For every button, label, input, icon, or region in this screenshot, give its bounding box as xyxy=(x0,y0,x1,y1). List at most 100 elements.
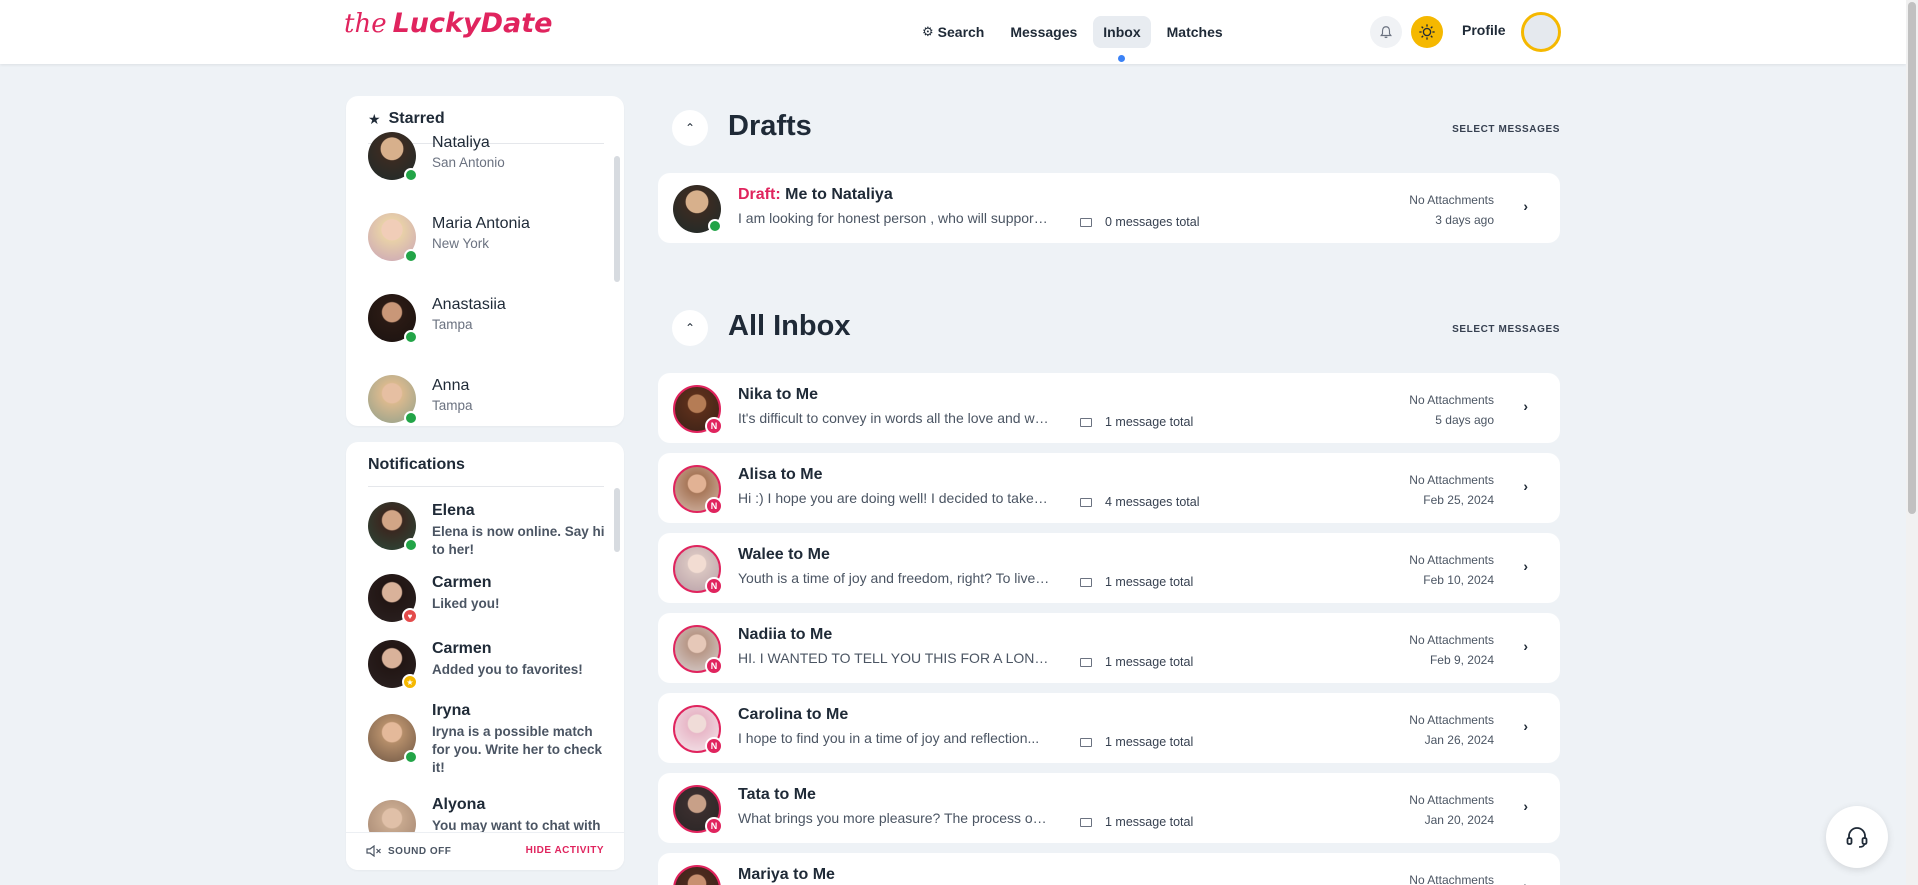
starred-name: Maria Antonia xyxy=(432,215,530,232)
select-messages-button[interactable]: SELECT MESSAGES xyxy=(1452,124,1560,135)
message-count: 1 message total xyxy=(1080,655,1193,669)
sound-toggle[interactable]: SOUND OFF xyxy=(366,845,451,857)
message-count: 1 message total xyxy=(1080,415,1193,429)
message-date: Jan 20, 2024 xyxy=(1424,813,1494,827)
heart-icon: ♥ xyxy=(402,608,418,624)
message-preview: I hope to find you in a time of joy and … xyxy=(738,730,1040,746)
starred-item[interactable]: Maria Antonia New York xyxy=(368,213,608,269)
new-badge: N xyxy=(705,417,723,435)
starred-title-text: Starred xyxy=(388,110,445,127)
starred-item[interactable]: Anna Tampa xyxy=(368,375,608,426)
starred-panel: ★ Starred Nataliya San Antonio Maria Ant… xyxy=(346,96,624,426)
message-count-text: 1 message total xyxy=(1105,415,1194,429)
inbox-message-row[interactable]: N Walee to Me Youth is a time of joy and… xyxy=(658,533,1560,603)
chevron-right-icon[interactable]: › xyxy=(1523,638,1528,654)
message-preview: Hi :) I hope you are doing well! I decid… xyxy=(738,490,1050,506)
chevron-right-icon[interactable]: › xyxy=(1523,798,1528,814)
chevron-right-icon[interactable]: › xyxy=(1523,478,1528,494)
notification-name: Elena xyxy=(432,502,475,519)
envelope-icon xyxy=(1080,657,1092,667)
message-title: Nadiia to Me xyxy=(738,626,833,643)
inbox-message-row[interactable]: N Nadiia to Me HI. I WANTED TO TELL YOU … xyxy=(658,613,1560,683)
starred-name: Anastasiia xyxy=(432,296,506,313)
attachments-status: No Attachments xyxy=(1409,713,1494,727)
message-preview: It's difficult to convey in words all th… xyxy=(738,410,1050,426)
chevron-up-icon: ⌃ xyxy=(684,121,696,135)
message-date: Feb 9, 2024 xyxy=(1429,653,1494,667)
notification-item[interactable]: Alyona You may want to chat with xyxy=(368,796,618,848)
envelope-icon xyxy=(1080,417,1092,427)
notifications-footer: SOUND OFF HIDE ACTIVITY xyxy=(346,832,624,870)
notification-item[interactable]: Iryna Iryna is a possible match for you.… xyxy=(368,702,618,782)
inbox-header: ⌃ All Inbox SELECT MESSAGES xyxy=(672,306,1560,350)
inbox-message-row[interactable]: N Tata to Me What brings you more pleasu… xyxy=(658,773,1560,843)
speaker-muted-icon xyxy=(366,845,381,857)
nav-matches-label: Matches xyxy=(1166,24,1223,40)
message-preview: Youth is a time of joy and freedom, righ… xyxy=(738,570,1050,586)
message-date: Jan 26, 2024 xyxy=(1424,733,1494,747)
notification-item[interactable]: Elena Elena is now online. Say hi to her… xyxy=(368,502,618,562)
favorite-star-icon: ★ xyxy=(402,674,418,690)
new-badge: N xyxy=(705,497,723,515)
attachments-status: No Attachments xyxy=(1409,393,1494,407)
notification-item[interactable]: ♥ Carmen Liked you! xyxy=(368,574,618,628)
nav-inbox[interactable]: Inbox xyxy=(1093,16,1151,62)
profile-link[interactable]: Profile xyxy=(1462,22,1506,38)
select-messages-button[interactable]: SELECT MESSAGES xyxy=(1452,324,1560,335)
attachments-status: No Attachments xyxy=(1409,553,1494,567)
chevron-right-icon[interactable]: › xyxy=(1523,398,1528,414)
attachments-status: No Attachments xyxy=(1409,873,1494,885)
message-preview: What brings you more pleasure? The proce… xyxy=(738,810,1050,826)
message-title: Nika to Me xyxy=(738,386,819,403)
collapse-drafts-button[interactable]: ⌃ xyxy=(672,110,708,146)
nav-messages[interactable]: Messages xyxy=(1000,16,1087,48)
collapse-inbox-button[interactable]: ⌃ xyxy=(672,310,708,346)
support-button[interactable] xyxy=(1826,806,1888,868)
page-scrollbar[interactable] xyxy=(1906,0,1918,885)
message-date: Feb 10, 2024 xyxy=(1423,573,1494,587)
attachments-status: No Attachments xyxy=(1409,633,1494,647)
hide-activity-button[interactable]: HIDE ACTIVITY xyxy=(526,845,604,856)
inbox-title: All Inbox xyxy=(728,310,851,342)
inbox-message-row[interactable]: N Nika to Me It's difficult to convey in… xyxy=(658,373,1560,443)
chevron-right-icon[interactable]: › xyxy=(1523,718,1528,734)
envelope-icon xyxy=(1080,217,1092,227)
message-count: 1 message total xyxy=(1080,735,1193,749)
envelope-icon xyxy=(1080,497,1092,507)
message-preview: I am looking for honest person , who wil… xyxy=(738,210,1050,226)
new-badge: N xyxy=(705,817,723,835)
inbox-message-row[interactable]: N Alisa to Me Hi :) I hope you are doing… xyxy=(658,453,1560,523)
starred-item[interactable]: Anastasiia Tampa xyxy=(368,294,608,350)
starred-scrollbar[interactable] xyxy=(614,156,620,282)
inbox-message-row[interactable]: N Carolina to Me I hope to find you in a… xyxy=(658,693,1560,763)
top-header: the LuckyDate ⚙ Search Messages Inbox Ma… xyxy=(0,0,1906,64)
profile-avatar[interactable] xyxy=(1521,12,1561,52)
notification-text: Liked you! xyxy=(432,596,500,611)
notification-name: Iryna xyxy=(432,702,471,719)
page-scrollbar-thumb[interactable] xyxy=(1908,2,1916,514)
nav-search[interactable]: ⚙ Search xyxy=(912,16,994,48)
starred-name: Nataliya xyxy=(432,134,490,151)
logo[interactable]: the LuckyDate xyxy=(344,8,552,56)
envelope-icon xyxy=(1080,817,1092,827)
chevron-right-icon[interactable]: › xyxy=(1523,878,1528,885)
star-icon: ★ xyxy=(368,110,381,127)
active-indicator xyxy=(1118,55,1126,62)
starred-item[interactable]: Nataliya San Antonio xyxy=(368,132,608,188)
draft-prefix: Draft: xyxy=(738,186,781,203)
draft-message-row[interactable]: Draft: Me to Nataliya I am looking for h… xyxy=(658,173,1560,243)
new-badge: N xyxy=(705,657,723,675)
chevron-right-icon[interactable]: › xyxy=(1523,558,1528,574)
message-title: Alisa to Me xyxy=(738,466,823,483)
divider xyxy=(368,486,604,487)
theme-toggle-button[interactable] xyxy=(1411,16,1443,48)
notifications-bell-button[interactable] xyxy=(1370,16,1402,48)
logo-main: LuckyDate xyxy=(392,8,553,39)
main-nav: ⚙ Search Messages Inbox Matches xyxy=(912,16,1233,62)
headset-icon xyxy=(1846,827,1868,848)
nav-matches[interactable]: Matches xyxy=(1157,16,1233,48)
online-indicator xyxy=(708,219,722,233)
chevron-right-icon[interactable]: › xyxy=(1523,198,1528,214)
inbox-message-row[interactable]: Mariya to Me No Attachments › xyxy=(658,853,1560,885)
notification-item[interactable]: ★ Carmen Added you to favorites! xyxy=(368,640,618,694)
